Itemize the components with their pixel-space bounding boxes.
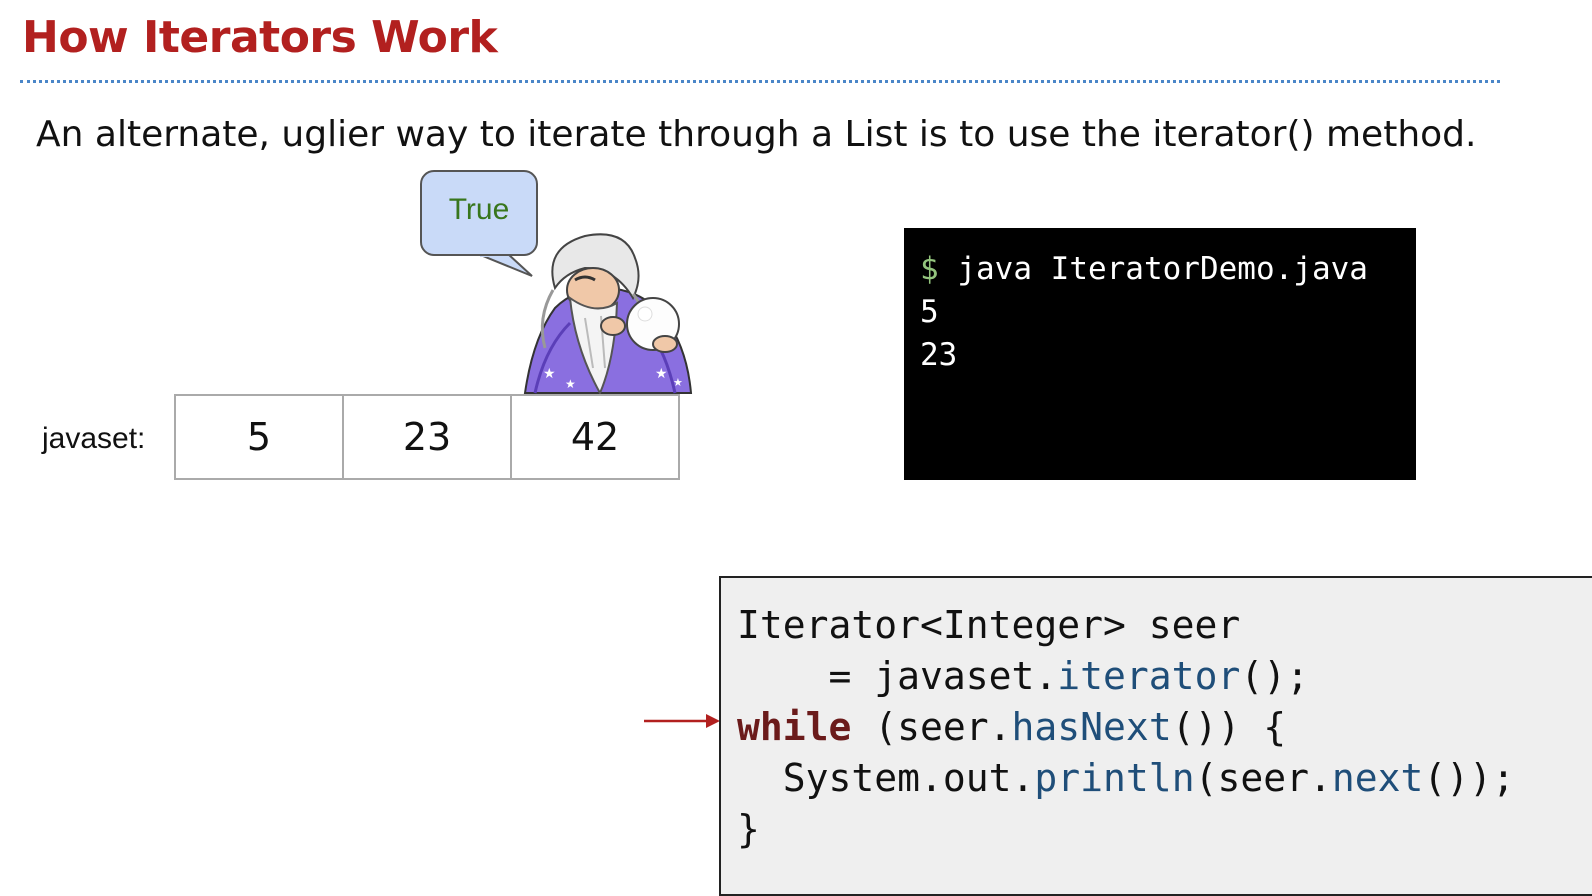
array-cell: 23 bbox=[342, 394, 512, 480]
array-label: javaset: bbox=[42, 422, 146, 455]
terminal-command-line: $ java IteratorDemo.java bbox=[920, 248, 1400, 291]
code-method: hasNext bbox=[1011, 705, 1172, 749]
terminal-output: $ java IteratorDemo.java 5 23 bbox=[904, 228, 1416, 480]
terminal-output-line: 5 bbox=[920, 294, 939, 330]
code-line-4: System.out.println(seer.next()); bbox=[737, 753, 1581, 804]
terminal-command: java IteratorDemo.java bbox=[938, 251, 1368, 287]
svg-text:★: ★ bbox=[673, 376, 683, 389]
code-text: ()); bbox=[1423, 756, 1515, 800]
title-divider bbox=[20, 80, 1500, 83]
terminal-output-line: 23 bbox=[920, 337, 958, 373]
code-method: println bbox=[1034, 756, 1195, 800]
code-keyword: while bbox=[737, 705, 852, 749]
svg-text:★: ★ bbox=[543, 366, 556, 382]
array-cell: 42 bbox=[510, 394, 680, 480]
array-cell: 5 bbox=[174, 394, 344, 480]
code-text: (seer. bbox=[851, 705, 1012, 749]
terminal-prompt: $ bbox=[920, 251, 939, 287]
code-line-5: } bbox=[737, 807, 760, 851]
code-block: Iterator<Integer> seer = javaset.iterato… bbox=[719, 576, 1592, 896]
speech-bubble-text: True bbox=[448, 193, 510, 226]
slide-subtitle: An alternate, uglier way to iterate thro… bbox=[36, 114, 1477, 155]
svg-text:★: ★ bbox=[655, 366, 668, 382]
svg-text:★: ★ bbox=[565, 377, 576, 391]
code-line-2: = javaset.iterator(); bbox=[737, 651, 1581, 702]
slide-title: How Iterators Work bbox=[22, 12, 498, 63]
wizard-with-crystal-ball-icon: ★ ★ ★ ★ bbox=[523, 233, 693, 396]
code-text: (seer. bbox=[1194, 756, 1332, 800]
code-text: ()) { bbox=[1171, 705, 1287, 749]
code-text: = javaset. bbox=[737, 654, 1058, 698]
javaset-array: 5 23 42 bbox=[174, 394, 680, 480]
code-line-3: while (seer.hasNext()) { bbox=[737, 702, 1581, 753]
code-text: System.out. bbox=[737, 756, 1035, 800]
code-method: next bbox=[1331, 756, 1424, 800]
code-line-1: Iterator<Integer> seer bbox=[737, 603, 1241, 647]
code-text: (); bbox=[1240, 654, 1309, 698]
code-method: iterator bbox=[1057, 654, 1241, 698]
